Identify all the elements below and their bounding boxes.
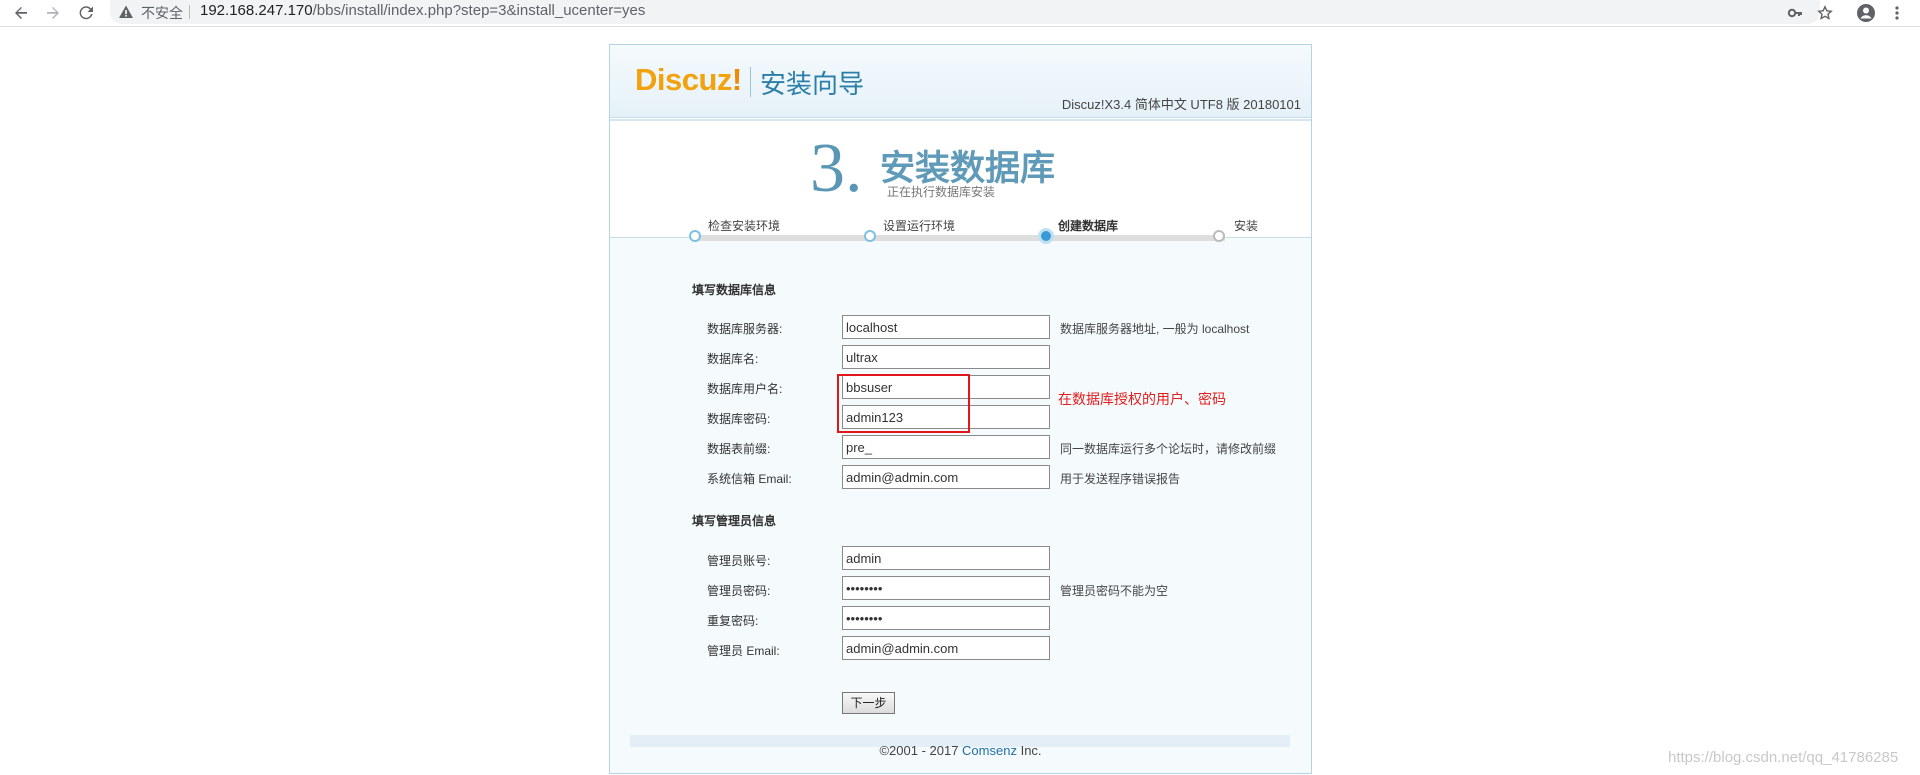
step-subtitle: 正在执行数据库安装	[887, 185, 996, 199]
field-label: 管理员账号:	[707, 554, 771, 568]
logo-excl: !	[731, 62, 742, 97]
progress-dot-3	[1038, 228, 1054, 244]
field-label: 数据表前缀:	[707, 442, 771, 456]
progress-step-label: 检查安装环境	[708, 219, 781, 233]
address-separator	[189, 5, 190, 19]
insecure-label[interactable]: 不安全	[141, 3, 183, 23]
forward-arrow-icon[interactable]	[42, 2, 64, 24]
reload-icon[interactable]	[75, 2, 97, 24]
footer-brand-link[interactable]: Comsenz	[962, 743, 1017, 758]
logo-text: Discuz	[635, 62, 732, 97]
discuz-logo: Discuz!	[635, 62, 742, 98]
progress-step-label: 创建数据库	[1058, 219, 1119, 233]
header-stripe	[610, 119, 1311, 121]
progress-track	[695, 235, 1225, 241]
progress-dot-1	[689, 230, 701, 242]
install-panel: Discuz! 安装向导 Discuz!X3.4 简体中文 UTF8 版 201…	[609, 44, 1312, 774]
db-host-input[interactable]	[842, 315, 1050, 339]
field-label: 重复密码:	[707, 614, 759, 628]
field-label: 数据库名:	[707, 352, 759, 366]
progress-step-label: 设置运行环境	[883, 219, 956, 233]
logo-divider	[750, 67, 751, 97]
step-number: 3.	[810, 130, 863, 207]
table-prefix-input[interactable]	[842, 435, 1050, 459]
system-email-input[interactable]	[842, 465, 1050, 489]
account-icon[interactable]	[1856, 3, 1876, 23]
annotation-box	[837, 374, 970, 433]
footer-suffix: Inc.	[1016, 743, 1042, 758]
admin-email-input[interactable]	[842, 636, 1050, 660]
field-label: 管理员密码:	[707, 584, 771, 598]
next-step-button[interactable]: 下一步	[842, 692, 895, 714]
progress-dot-4	[1213, 230, 1225, 242]
annotation-text: 在数据库授权的用户、密码	[1058, 391, 1226, 407]
address-bar[interactable]: 不安全 192.168.247.170/bbs/install/index.ph…	[110, 0, 1833, 24]
progress-step-label: 安装	[1234, 219, 1259, 233]
field-hint: 管理员密码不能为空	[1060, 584, 1169, 598]
menu-icon[interactable]	[1887, 3, 1907, 23]
field-label: 数据库服务器:	[707, 322, 783, 336]
footer-prefix: ©2001 - 2017	[879, 743, 963, 758]
progress-dot-2	[864, 230, 876, 242]
watermark: https://blog.csdn.net/qq_41786285	[1668, 749, 1899, 766]
field-hint: 用于发送程序错误报告	[1060, 472, 1181, 486]
footer: ©2001 - 2017 Comsenz Inc.	[610, 743, 1311, 758]
field-hint: 数据库服务器地址, 一般为 localhost	[1060, 322, 1250, 336]
field-label: 管理员 Email:	[707, 644, 780, 658]
field-label: 系统信箱 Email:	[707, 472, 792, 486]
wizard-title: 安装向导	[760, 69, 865, 99]
field-label: 数据库用户名:	[707, 382, 783, 396]
admin-section-title: 填写管理员信息	[692, 514, 777, 528]
admin-password-confirm-input[interactable]	[842, 606, 1050, 630]
version-info: Discuz!X3.4 简体中文 UTF8 版 20180101	[1061, 97, 1301, 112]
db-section-title: 填写数据库信息	[692, 283, 777, 297]
star-icon[interactable]	[1815, 3, 1835, 23]
back-arrow-icon[interactable]	[10, 2, 32, 24]
field-label: 数据库密码:	[707, 412, 771, 426]
browser-toolbar: 不安全 192.168.247.170/bbs/install/index.ph…	[0, 0, 1920, 27]
url-path: /bbs/install/index.php?step=3&install_uc…	[312, 2, 646, 19]
key-icon[interactable]	[1785, 3, 1805, 23]
db-name-input[interactable]	[842, 345, 1050, 369]
admin-username-input[interactable]	[842, 546, 1050, 570]
url-text[interactable]: 192.168.247.170/bbs/install/index.php?st…	[200, 2, 645, 19]
install-header: Discuz! 安装向导 Discuz!X3.4 简体中文 UTF8 版 201…	[610, 45, 1311, 118]
url-host: 192.168.247.170	[200, 2, 313, 19]
admin-password-input[interactable]	[842, 576, 1050, 600]
field-hint: 同一数据库运行多个论坛时，请修改前缀	[1060, 442, 1277, 456]
warning-icon[interactable]	[118, 4, 134, 20]
